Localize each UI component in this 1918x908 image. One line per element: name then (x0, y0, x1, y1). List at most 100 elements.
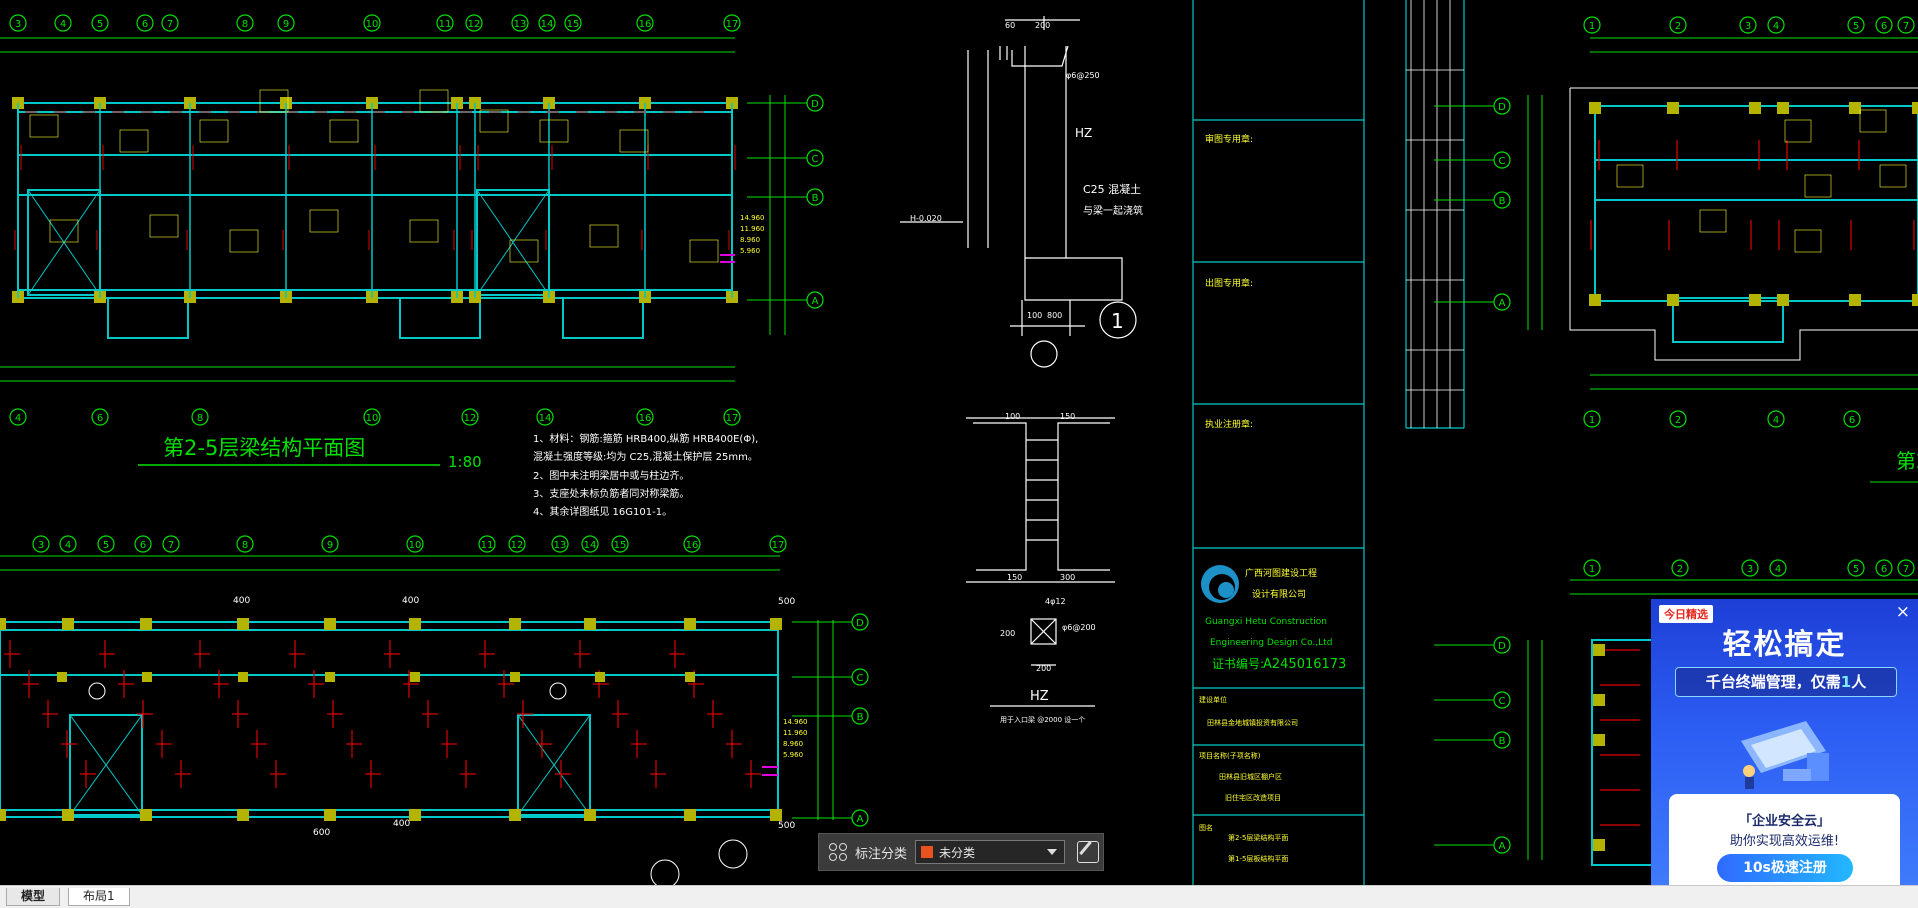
ad-popup[interactable]: 今日精选 × 轻松搞定 千台终端管理，仅需1人 「企业安全云」 助你实现高效运维… (1651, 599, 1918, 885)
column (1593, 839, 1605, 851)
column (1667, 102, 1679, 114)
dim-text: 100 (1005, 412, 1020, 421)
top-axis-bubble: 12 (508, 535, 526, 553)
axis-label: 2 (1677, 564, 1683, 575)
axis-label: 3 (15, 19, 21, 30)
column (1777, 294, 1789, 306)
column (62, 809, 74, 821)
ad-headline: 轻松搞定 (1722, 627, 1847, 661)
close-icon[interactable]: × (1896, 602, 1910, 622)
project-name: 田林县旧城区棚户区 (1219, 772, 1282, 781)
column (237, 809, 249, 821)
elevation: 8.960 (783, 740, 803, 748)
bottom-axis-bubble: 2 (1669, 410, 1687, 428)
top-axis-bubble: 7 (162, 535, 180, 553)
axis-label: 4 (1775, 564, 1781, 575)
category-grid-icon[interactable] (829, 843, 847, 861)
axis-label: 14 (541, 19, 554, 30)
axis-label: 16 (686, 540, 699, 551)
top-axis-bubble: 5 (1847, 16, 1865, 34)
column (584, 618, 596, 630)
slab-plan-1-5: 3 4 5 6 7 8 9 10 11 12 13 14 15 16 17 D C B A 400 400 500… (0, 535, 869, 885)
axis-label: 2 (1675, 415, 1681, 426)
note-line: 4、其余详图纸见 16G101-1。 (533, 505, 672, 518)
tab-model[interactable]: 模型 (6, 888, 61, 906)
bottom-axis-bubble: 1 (1583, 410, 1601, 428)
hz-detail: 60 200 φ6@250 HZ C25 混凝土 与梁一起浇筑 H-0.020 … (900, 16, 1143, 724)
column (324, 809, 336, 821)
ad-subheadline: 千台终端管理，仅需1人 (1675, 667, 1897, 697)
column (684, 618, 696, 630)
ad-illustration (1741, 721, 1829, 789)
column (409, 809, 421, 821)
bottom-axis-bubble: 4 (9, 408, 27, 426)
dim-text: 200 (1000, 629, 1015, 638)
bottom-axis-bubble: 12 (461, 408, 479, 426)
axis-label: 1 (1589, 21, 1595, 32)
column (1589, 102, 1601, 114)
top-axis-bubble: 3 (1741, 559, 1759, 577)
cad-drawing-canvas[interactable]: 3 4 5 6 7 8 9 10 11 12 13 14 15 16 17 DC… (0, 0, 1918, 885)
edit-icon[interactable] (1077, 841, 1100, 863)
axis-label: 16 (639, 413, 652, 424)
top-axis-bubble: 14 (538, 14, 556, 32)
top-axis-bubble: 14 (581, 535, 599, 553)
client-name: 田林县金地城镇投资有限公司 (1207, 718, 1298, 727)
ad-register-button[interactable]: 10s极速注册 (1717, 854, 1853, 882)
axis-label: 6 (142, 19, 148, 30)
plan1-title: 第2-5层梁结构平面图 (163, 436, 365, 460)
top-axis-bubble: 4 (1767, 16, 1785, 34)
note-line: 3、支座处未标负筋者同对称梁筋。 (533, 487, 689, 500)
detail-number: 1 (1111, 309, 1124, 333)
elevation: 14.960 (740, 214, 765, 222)
row-axis-bubble: A (851, 809, 869, 827)
axis-label: 12 (464, 413, 477, 424)
axis-label: 4 (1773, 415, 1779, 426)
axis-label: 8 (242, 540, 248, 551)
column (1667, 294, 1679, 306)
reg-stamp-label: 执业注册章: (1205, 418, 1253, 430)
top-axis-bubble: 1 (1583, 559, 1601, 577)
review-stamp-label: 审图专用章: (1205, 133, 1253, 145)
axis-label: 6 (1849, 415, 1855, 426)
axis-label: 8 (197, 413, 203, 424)
ground-level: H-0.020 (910, 214, 942, 223)
top-axis-bubble: 6 (134, 535, 152, 553)
axis-label: 17 (772, 540, 785, 551)
beam-plan-2-5: 3 4 5 6 7 8 9 10 11 12 13 14 15 16 17 DC… (0, 14, 824, 518)
axis-label: B (812, 193, 819, 204)
column (238, 672, 248, 682)
column (237, 618, 249, 630)
annotation-category-toolbar: 标注分类 未分类 (818, 833, 1104, 871)
company-name-cn: 广西河图建设工程 (1245, 567, 1317, 579)
row-axis-bubble: D (806, 94, 824, 112)
column (509, 618, 521, 630)
client-label: 建设单位 (1199, 695, 1227, 704)
axis-label: 2 (1675, 21, 1681, 32)
axis-label: 10 (409, 540, 422, 551)
top-axis-bubble: 12 (465, 14, 483, 32)
axis-label: 5 (1853, 564, 1859, 575)
column (770, 618, 782, 630)
axis-label: 10 (366, 413, 379, 424)
annotation-category-select[interactable]: 未分类 (915, 840, 1066, 864)
axis-label: C (1499, 696, 1506, 707)
concrete-note: C25 混凝土 (1083, 182, 1141, 196)
axis-label: D (856, 618, 864, 629)
column (1593, 734, 1605, 746)
ad-sub-text: 千台终端管理，仅需 (1705, 673, 1841, 691)
row-axis-bubble: A (1493, 293, 1511, 311)
top-axis-bubble: 16 (636, 14, 654, 32)
axis-label: 5 (1853, 21, 1859, 32)
axis-label: 7 (1903, 564, 1909, 575)
column (409, 618, 421, 630)
axis-label: 5 (97, 19, 103, 30)
ad-sub-highlight: 1 (1840, 673, 1852, 691)
axis-label: C (1499, 156, 1506, 167)
dim-text: 150 (1007, 573, 1022, 582)
axis-label: 1 (1589, 415, 1595, 426)
top-axis-bubble: 5 (97, 535, 115, 553)
column (584, 809, 596, 821)
title-block: 审图专用章: 出图专用章: 执业注册章: 广西河图建设工程 设计有限公司 Gua… (1192, 0, 1465, 885)
tab-layout1[interactable]: 布局1 (68, 888, 130, 906)
